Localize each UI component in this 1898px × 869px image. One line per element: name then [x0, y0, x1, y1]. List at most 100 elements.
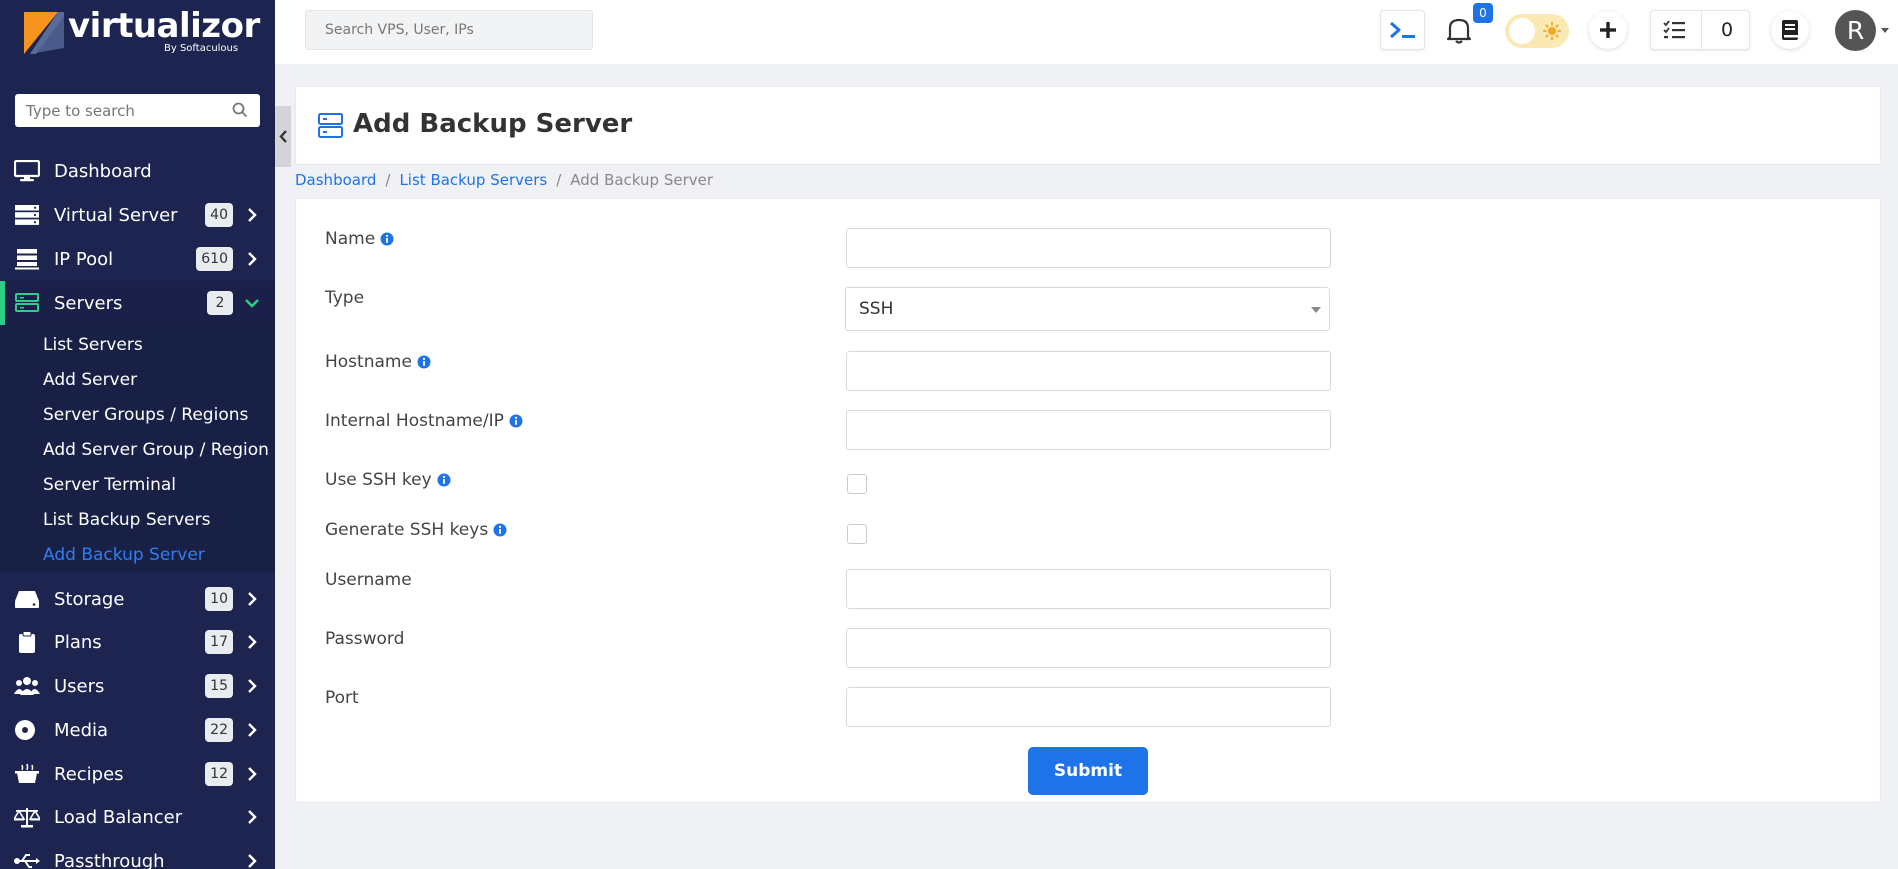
submenu-item-server-terminal[interactable]: Server Terminal — [43, 475, 176, 495]
cooking-pot-icon — [15, 763, 39, 783]
count-badge: 2 — [207, 291, 233, 315]
toggle-knob — [1509, 18, 1535, 44]
count-badge: 22 — [205, 718, 233, 742]
count-badge: 15 — [205, 674, 233, 698]
submenu-item-add-server-group[interactable]: Add Server Group / Region — [43, 440, 269, 460]
name-input[interactable] — [847, 229, 1330, 267]
internal-hostname-field — [846, 410, 1331, 450]
submenu-item-add-backup-server[interactable]: Add Backup Server — [43, 545, 205, 565]
port-label: Port — [325, 688, 359, 708]
chevron-right-icon — [248, 810, 257, 824]
server-icon — [318, 113, 343, 138]
breadcrumb-separator: / — [556, 171, 562, 189]
caret-down-icon — [1311, 307, 1321, 313]
type-label: Type — [325, 288, 365, 308]
use-ssh-key-checkbox[interactable] — [847, 474, 867, 494]
sidebar-item-label: Media — [54, 719, 109, 741]
info-icon[interactable] — [437, 473, 451, 487]
sidebar-item-users[interactable]: Users 15 — [0, 664, 275, 708]
password-input[interactable] — [847, 629, 1330, 667]
chevron-right-icon — [248, 854, 257, 868]
sidebar-item-media[interactable]: Media 22 — [0, 708, 275, 752]
port-input[interactable] — [847, 688, 1330, 726]
count-badge: 10 — [205, 587, 233, 611]
notification-count-badge: 0 — [1473, 3, 1493, 23]
count-badge: 12 — [205, 762, 233, 786]
bell-icon — [1446, 18, 1472, 44]
sidebar-item-virtual-server[interactable]: Virtual Server 40 — [0, 193, 275, 237]
hostname-input[interactable] — [847, 352, 1330, 390]
sidebar-item-ip-pool[interactable]: IP Pool 610 — [0, 237, 275, 281]
logo[interactable]: virtualizor By Softaculous — [24, 6, 260, 56]
sidebar-item-label: Virtual Server — [54, 204, 178, 226]
sidebar-item-storage[interactable]: Storage 10 — [0, 577, 275, 621]
password-field — [846, 628, 1331, 668]
user-avatar[interactable]: R — [1835, 10, 1876, 51]
sidebar-item-plans[interactable]: Plans 17 — [0, 620, 275, 664]
server-rack-icon — [15, 205, 39, 225]
task-list-icon — [1663, 20, 1685, 39]
sidebar-item-passthrough[interactable]: Passthrough — [0, 839, 275, 869]
submenu-item-list-servers[interactable]: List Servers — [43, 335, 143, 355]
servers-submenu: List Servers Add Server Server Groups / … — [0, 325, 275, 572]
breadcrumb-list-backup-servers[interactable]: List Backup Servers — [399, 171, 547, 189]
submit-button[interactable]: Submit — [1028, 747, 1148, 795]
breadcrumb-dashboard[interactable]: Dashboard — [295, 171, 376, 189]
chevron-down-icon — [245, 299, 259, 308]
info-icon[interactable] — [380, 232, 394, 246]
logo-subtext: By Softaculous — [164, 43, 239, 54]
notifications-button[interactable] — [1446, 16, 1472, 48]
add-button[interactable] — [1589, 11, 1627, 49]
hard-drive-icon — [15, 591, 39, 608]
generate-ssh-keys-checkbox[interactable] — [847, 524, 867, 544]
breadcrumb: Dashboard / List Backup Servers / Add Backup… — [295, 171, 713, 189]
breadcrumb-separator: / — [385, 171, 391, 189]
submenu-item-list-backup-servers[interactable]: List Backup Servers — [43, 510, 210, 530]
book-icon — [1782, 20, 1798, 40]
search-icon[interactable] — [232, 102, 248, 118]
count-badge: 610 — [196, 247, 233, 271]
sidebar-item-label: Load Balancer — [54, 806, 183, 828]
docs-button[interactable] — [1771, 11, 1809, 49]
submenu-item-add-server[interactable]: Add Server — [43, 370, 137, 390]
sidebar-item-servers[interactable]: Servers 2 — [0, 281, 275, 325]
use-ssh-key-label: Use SSH key — [325, 470, 451, 490]
theme-toggle[interactable] — [1505, 14, 1569, 48]
terminal-button[interactable] — [1380, 10, 1425, 50]
disc-icon — [15, 720, 35, 740]
sidebar-item-label: Plans — [54, 631, 102, 653]
sidebar-item-load-balancer[interactable]: Load Balancer — [0, 795, 275, 839]
use-ssh-key-label-text: Use SSH key — [325, 470, 432, 490]
generate-ssh-keys-label: Generate SSH keys — [325, 520, 507, 540]
name-field — [846, 228, 1331, 268]
type-select[interactable]: SSH — [845, 287, 1330, 331]
caret-down-icon[interactable] — [1881, 28, 1889, 33]
username-input[interactable] — [847, 570, 1330, 608]
balance-scale-icon — [14, 808, 40, 828]
username-field — [846, 569, 1331, 609]
divider — [1701, 11, 1702, 49]
sidebar-search-input[interactable] — [15, 94, 215, 127]
sidebar-collapse-handle[interactable] — [275, 106, 291, 167]
hostname-label-text: Hostname — [325, 352, 412, 372]
chevron-right-icon — [248, 635, 257, 649]
sidebar-item-label: IP Pool — [54, 248, 114, 270]
sidebar-item-dashboard[interactable]: Dashboard — [0, 149, 275, 193]
terminal-icon — [1389, 21, 1415, 39]
breadcrumb-current: Add Backup Server — [570, 171, 714, 189]
chevron-right-icon — [248, 723, 257, 737]
internal-hostname-input[interactable] — [847, 411, 1330, 449]
info-icon[interactable] — [509, 414, 523, 428]
global-search-input[interactable] — [306, 11, 592, 49]
monitor-icon — [14, 160, 40, 182]
tasks-button[interactable]: 0 — [1650, 10, 1750, 50]
sidebar-item-label: Users — [54, 675, 105, 697]
chevron-right-icon — [248, 252, 257, 266]
task-count: 0 — [1720, 19, 1734, 41]
chevron-right-icon — [248, 208, 257, 222]
submenu-item-server-groups[interactable]: Server Groups / Regions — [43, 405, 248, 425]
info-icon[interactable] — [417, 355, 431, 369]
info-icon[interactable] — [493, 523, 507, 537]
username-label: Username — [325, 570, 412, 590]
sidebar-item-recipes[interactable]: Recipes 12 — [0, 752, 275, 796]
